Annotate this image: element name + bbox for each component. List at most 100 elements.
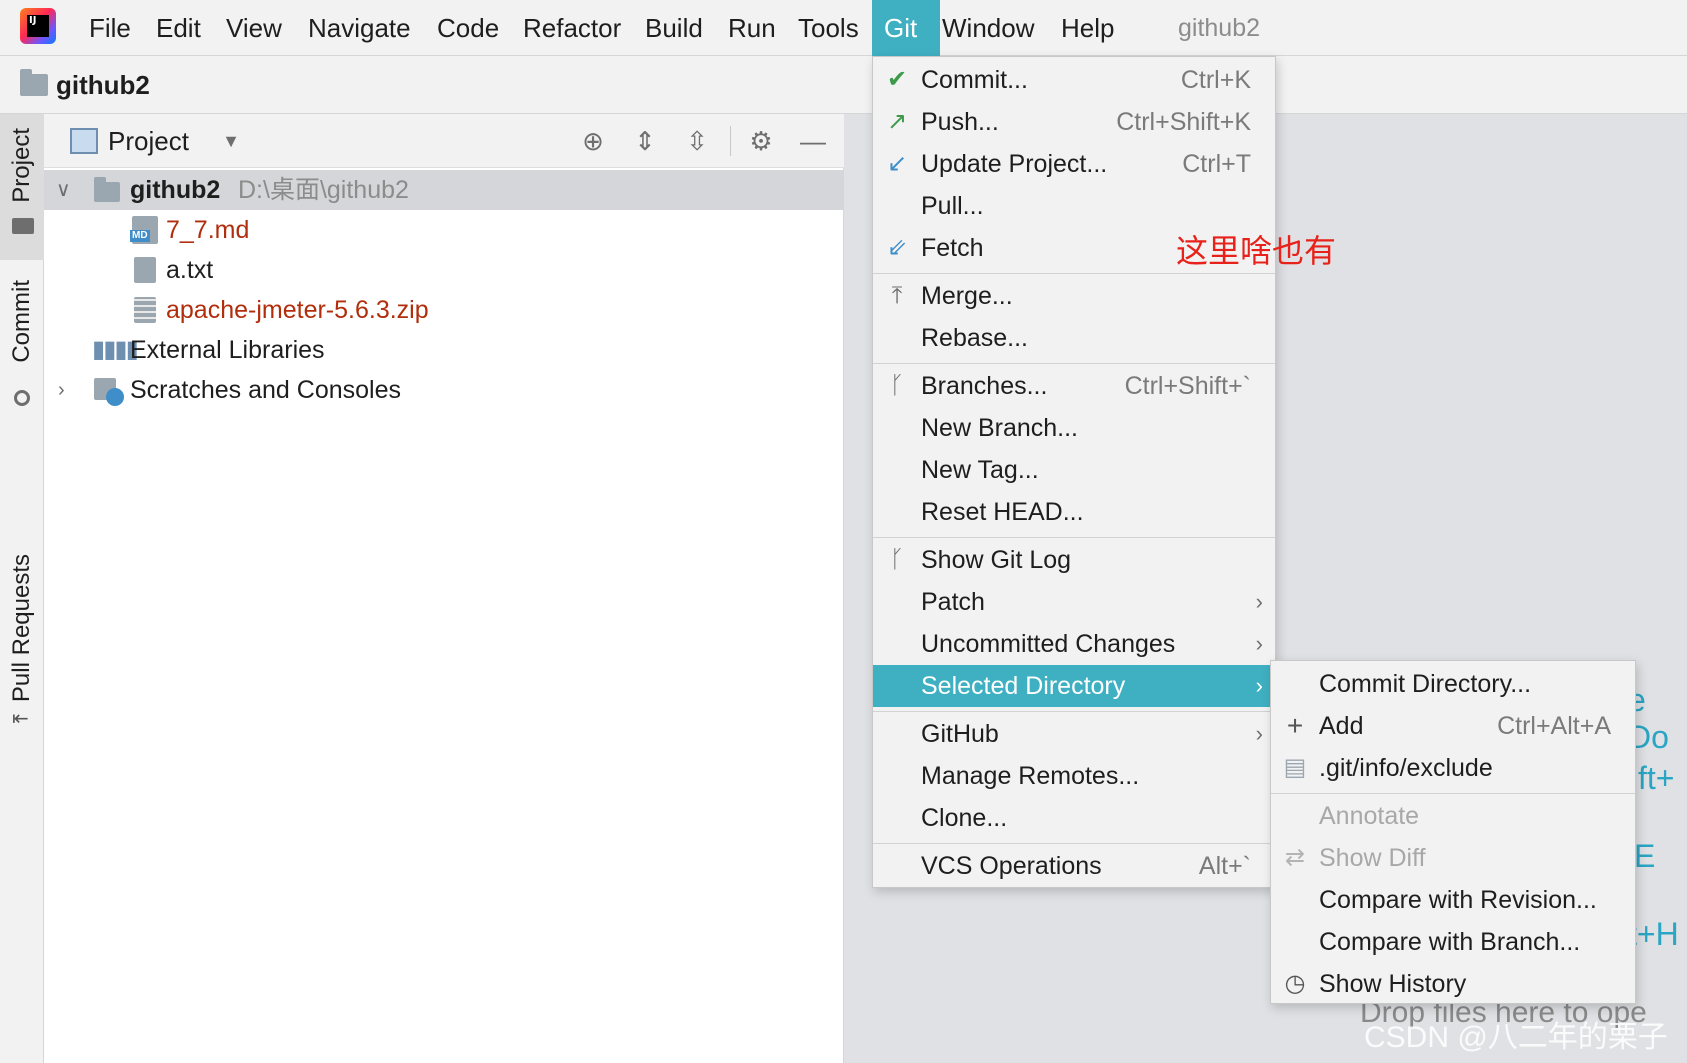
menu-refactor[interactable]: Refactor: [511, 0, 633, 56]
stripe-tab-project-label: Project: [8, 128, 35, 203]
window-project-name: github2: [1178, 14, 1261, 42]
tree-row-root[interactable]: ∨ github2 D:\桌面\github2: [44, 170, 844, 210]
git-menu: ✔ Commit... Ctrl+K ↗ Push... Ctrl+Shift+…: [872, 56, 1276, 888]
menu-separator: [873, 537, 1275, 538]
menu-item-show-diff[interactable]: ⇄ Show Diff: [1271, 837, 1635, 879]
menu-item-compare-with-branch[interactable]: Compare with Branch...: [1271, 921, 1635, 963]
menu-item-patch[interactable]: Patch ›: [873, 581, 1275, 623]
branch-icon: ᚴ: [889, 372, 905, 399]
clock-icon: ◷: [1284, 970, 1306, 997]
minimize-icon[interactable]: —: [798, 126, 828, 156]
tree-row-scratches[interactable]: › Scratches and Consoles: [44, 370, 844, 410]
external-libraries-label: External Libraries: [130, 336, 325, 364]
chevron-right-icon: ›: [1255, 721, 1263, 746]
menu-item-selected-directory[interactable]: Selected Directory ›: [873, 665, 1275, 707]
menu-item-new-tag[interactable]: New Tag...: [873, 449, 1275, 491]
menu-view[interactable]: View: [214, 0, 294, 56]
menu-item-github[interactable]: GitHub ›: [873, 713, 1275, 755]
file-name: 7_7.md: [166, 216, 250, 244]
root-folder-name: github2: [130, 176, 221, 204]
menu-run[interactable]: Run: [716, 0, 788, 56]
menu-item-show-history[interactable]: ◷ Show History: [1271, 963, 1635, 1005]
menu-item-manage-remotes[interactable]: Manage Remotes...: [873, 755, 1275, 797]
expand-all-icon[interactable]: ⇕: [630, 126, 660, 156]
project-view-selector[interactable]: Project: [108, 114, 189, 168]
menu-item-commit-directory[interactable]: Commit Directory...: [1271, 663, 1635, 705]
project-view-icon: [70, 128, 98, 154]
tree-row-external-libraries[interactable]: ▮▮▮▮ External Libraries: [44, 330, 844, 370]
menu-item-compare-with-revision[interactable]: Compare with Revision...: [1271, 879, 1635, 921]
collapse-all-icon[interactable]: ⇳: [682, 126, 712, 156]
menu-edit[interactable]: Edit: [144, 0, 213, 56]
chevron-down-icon[interactable]: ▼: [216, 126, 246, 156]
chevron-right-icon: ›: [1255, 631, 1263, 656]
root-folder-path: D:\桌面\github2: [238, 176, 409, 204]
text-file-icon: [134, 257, 156, 283]
menu-bar: IJ File Edit View Navigate Code Refactor…: [0, 0, 1687, 56]
project-panel: Project ▼ ⊕ ⇕ ⇳ ⚙ — ∨ github2 D:\桌面\gith…: [44, 114, 844, 1063]
stripe-tab-commit-label: Commit: [8, 280, 35, 363]
folder-icon: [20, 69, 48, 96]
clock-badge-icon: [106, 388, 124, 406]
selected-directory-submenu: Commit Directory... + Add Ctrl+Alt+A ▤ .…: [1270, 660, 1636, 1004]
menu-item-commit[interactable]: ✔ Commit... Ctrl+K: [873, 59, 1275, 101]
fetch-icon: ⇙: [886, 234, 908, 261]
update-arrow-icon: ↙: [886, 150, 908, 177]
stripe-tab-project[interactable]: Project: [0, 114, 44, 260]
editor-hint-text: e Do: [1628, 682, 1669, 755]
toolbar-divider: [730, 126, 731, 156]
menu-separator: [873, 711, 1275, 712]
intellij-logo-icon: IJ: [20, 8, 56, 44]
tree-row-file[interactable]: a.txt: [44, 250, 844, 290]
menu-item-update-project[interactable]: ↙ Update Project... Ctrl+T: [873, 143, 1275, 185]
navigation-bar: github2: [0, 56, 1687, 114]
menu-item-git-info-exclude[interactable]: ▤ .git/info/exclude: [1271, 747, 1635, 789]
menu-separator: [873, 843, 1275, 844]
menu-item-push[interactable]: ↗ Push... Ctrl+Shift+K: [873, 101, 1275, 143]
chevron-right-icon: ›: [1255, 589, 1263, 614]
menu-item-show-git-log[interactable]: ᚴ Show Git Log: [873, 539, 1275, 581]
tree-row-file[interactable]: apache-jmeter-5.6.3.zip: [44, 290, 844, 330]
locate-file-icon[interactable]: ⊕: [578, 126, 608, 156]
menu-item-branches[interactable]: ᚴ Branches... Ctrl+Shift+`: [873, 365, 1275, 407]
push-arrow-icon: ↗: [886, 108, 908, 135]
menu-item-reset-head[interactable]: Reset HEAD...: [873, 491, 1275, 533]
file-name: a.txt: [166, 256, 214, 284]
menu-help[interactable]: Help: [1049, 0, 1126, 56]
menu-separator: [873, 363, 1275, 364]
menu-item-add[interactable]: + Add Ctrl+Alt+A: [1271, 705, 1635, 747]
gear-icon[interactable]: ⚙: [746, 126, 776, 156]
menu-item-uncommitted-changes[interactable]: Uncommitted Changes ›: [873, 623, 1275, 665]
editor-hint-text: ft+: [1638, 760, 1675, 796]
ignored-file-icon: ▤: [1283, 754, 1307, 781]
tree-row-file[interactable]: MD 7_7.md: [44, 210, 844, 250]
menu-build[interactable]: Build: [633, 0, 715, 56]
menu-code[interactable]: Code: [425, 0, 511, 56]
menu-separator: [1271, 793, 1635, 794]
chevron-right-icon[interactable]: ›: [58, 370, 65, 410]
menu-separator: [873, 273, 1275, 274]
check-icon: ✔: [886, 66, 908, 93]
git-log-icon: ᚴ: [889, 546, 905, 573]
menu-item-annotate[interactable]: Annotate: [1271, 795, 1635, 837]
plus-icon: +: [1286, 710, 1304, 741]
menu-item-merge[interactable]: ⤒ Merge...: [873, 275, 1275, 317]
menu-navigate[interactable]: Navigate: [296, 0, 423, 56]
menu-window[interactable]: Window: [930, 0, 1046, 56]
menu-item-rebase[interactable]: Rebase...: [873, 317, 1275, 359]
file-name: apache-jmeter-5.6.3.zip: [166, 296, 429, 324]
menu-item-new-branch[interactable]: New Branch...: [873, 407, 1275, 449]
menu-item-clone[interactable]: Clone...: [873, 797, 1275, 839]
pull-request-icon: ⇤: [12, 708, 29, 730]
breadcrumb-project[interactable]: github2: [56, 56, 150, 114]
stripe-tab-pull-requests-label: Pull Requests: [8, 554, 35, 703]
menu-item-vcs-operations[interactable]: VCS Operations Alt+`: [873, 845, 1275, 887]
commit-icon: [14, 390, 30, 406]
menu-tools[interactable]: Tools: [786, 0, 871, 56]
menu-item-pull[interactable]: Pull...: [873, 185, 1275, 227]
folder-icon: [12, 218, 34, 234]
stripe-tab-pull-requests[interactable]: Pull Requests ⇤: [0, 430, 44, 730]
menu-file[interactable]: File: [77, 0, 143, 56]
chevron-down-icon[interactable]: ∨: [56, 170, 71, 210]
archive-file-icon: [134, 297, 156, 323]
